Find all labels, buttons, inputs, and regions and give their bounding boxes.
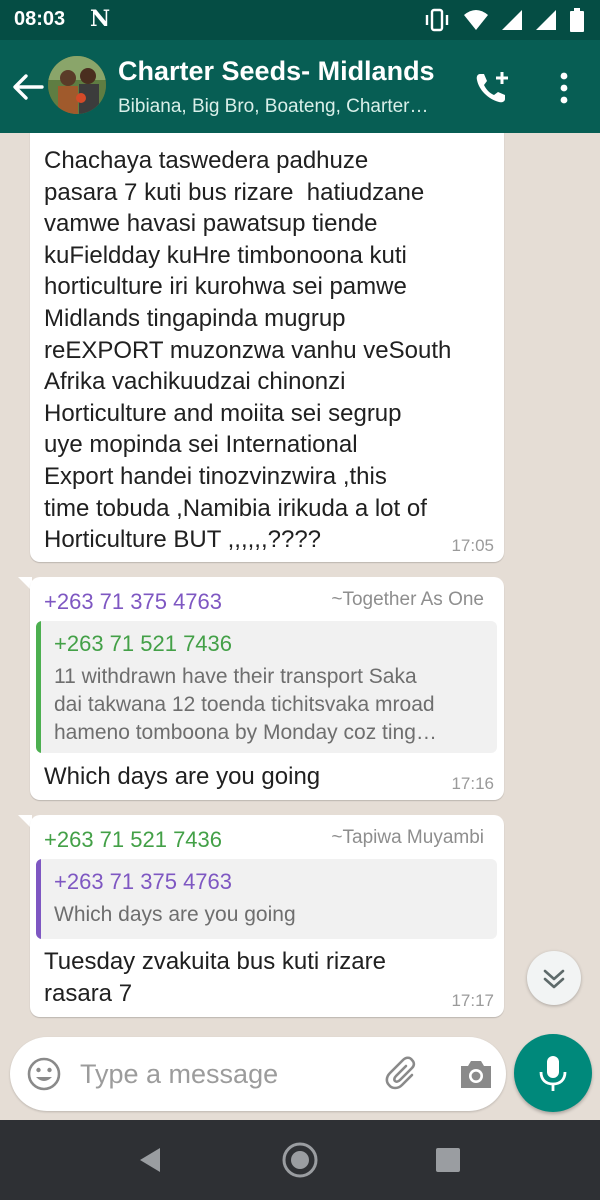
wifi-icon — [464, 10, 488, 30]
message-sender-alias: ~Tapiwa Muyambi — [331, 827, 484, 848]
nav-back-icon[interactable] — [128, 1138, 172, 1182]
status-icons — [424, 8, 584, 32]
mic-icon — [539, 1056, 567, 1091]
quoted-message[interactable]: +263 71 521 7436 11 withdrawn have their… — [36, 621, 497, 753]
back-arrow-icon[interactable] — [10, 70, 44, 104]
quoted-text: 11 withdrawn have their transport Saka d… — [54, 665, 437, 744]
status-bar: 08:03 N — [0, 0, 600, 40]
battery-icon — [570, 8, 584, 32]
message-time: 17:16 — [451, 774, 494, 793]
double-chevron-down-icon — [543, 969, 565, 989]
message-text: Tuesday zvakuita bus kuti rizare rasara … — [44, 948, 386, 1007]
quote-bar — [36, 859, 41, 939]
vibrate-icon — [425, 8, 449, 32]
message-list[interactable]: Chachaya taswedera padhuze pasara 7 kuti… — [0, 133, 600, 1033]
netflix-n-icon: N — [90, 6, 111, 32]
message-time: 17:17 — [451, 991, 494, 1010]
message-composer — [10, 1037, 506, 1111]
status-time: 08:03 — [14, 8, 66, 30]
quoted-sender: +263 71 521 7436 — [54, 631, 233, 656]
chat-title[interactable]: Charter Seeds- Midlands — [118, 56, 435, 87]
signal-icon — [502, 10, 522, 30]
scroll-to-bottom-button[interactable] — [527, 951, 581, 1005]
message-sender-alias: ~Together As One — [331, 589, 484, 610]
message-sender[interactable]: +263 71 375 4763 — [44, 589, 222, 615]
quoted-sender: +263 71 375 4763 — [54, 869, 233, 894]
signal-icon — [536, 10, 556, 30]
quote-bar — [36, 621, 41, 753]
message-time: 17:05 — [451, 536, 494, 555]
camera-icon[interactable] — [458, 1057, 494, 1091]
message-sender[interactable]: +263 71 521 7436 — [44, 827, 222, 853]
message-text: Chachaya taswedera padhuze pasara 7 kuti… — [44, 147, 452, 554]
message-input[interactable] — [80, 1055, 360, 1093]
message-text: Which days are you going — [44, 763, 321, 790]
chat-header: Charter Seeds- Midlands Bibiana, Big Bro… — [0, 40, 600, 133]
nav-home-icon[interactable] — [278, 1138, 322, 1182]
nav-recents-icon[interactable] — [426, 1138, 470, 1182]
group-avatar[interactable] — [48, 56, 106, 114]
quoted-message[interactable]: +263 71 375 4763 Which days are you goin… — [36, 859, 497, 939]
message-bubble[interactable]: +263 71 521 7436 ~Tapiwa Muyambi +263 71… — [30, 815, 504, 1017]
attach-icon[interactable] — [384, 1055, 422, 1093]
add-call-icon[interactable] — [472, 68, 512, 108]
emoji-icon[interactable] — [26, 1056, 62, 1092]
quoted-text: Which days are you going — [54, 903, 296, 926]
more-vert-icon[interactable] — [552, 70, 576, 106]
system-navigation-bar — [0, 1120, 600, 1200]
message-bubble[interactable]: Chachaya taswedera padhuze pasara 7 kuti… — [30, 133, 504, 562]
message-bubble[interactable]: +263 71 375 4763 ~Together As One +263 7… — [30, 577, 504, 800]
voice-record-button[interactable] — [514, 1034, 592, 1112]
chat-subtitle[interactable]: Bibiana, Big Bro, Boateng, Charter… — [118, 96, 429, 118]
